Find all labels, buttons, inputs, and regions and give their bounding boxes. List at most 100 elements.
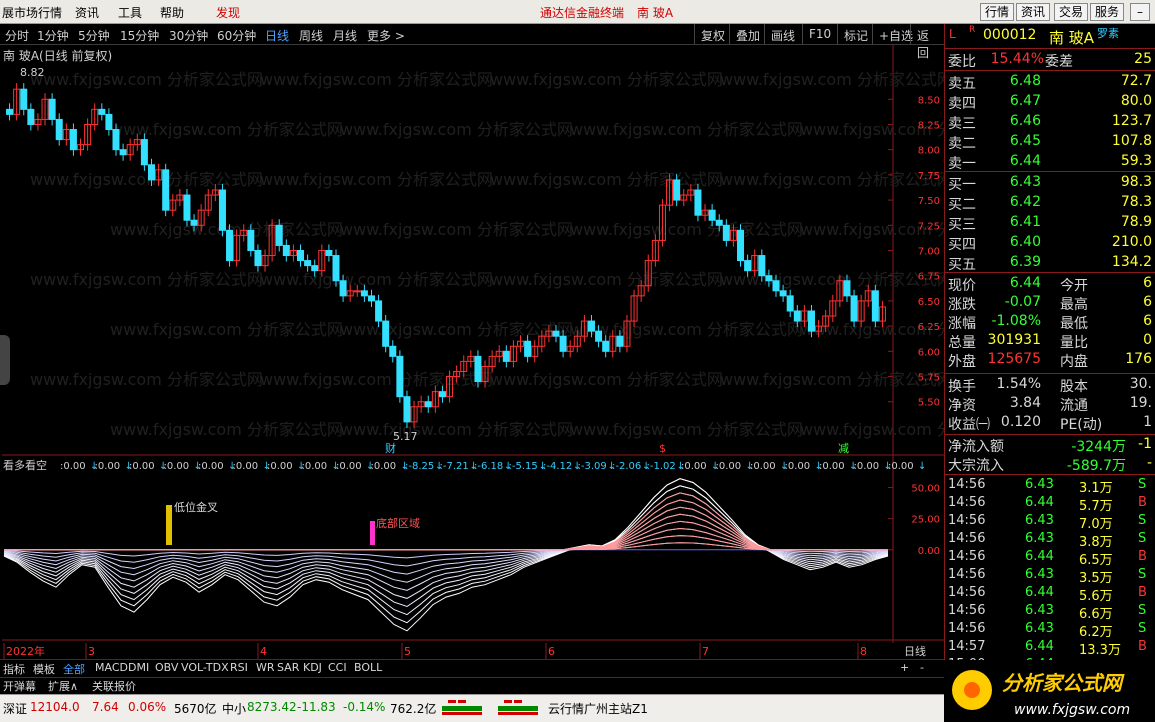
ask-label: 卖二 [948,136,976,152]
price-tick-label: 6.00 [918,347,940,358]
btn-service[interactable]: 服务 [1090,3,1125,21]
period-more[interactable]: 更多 > [367,27,405,44]
flow-extra: -1 [1138,436,1152,452]
tab-kdj[interactable]: KDJ [303,661,322,674]
candle-body [140,139,148,166]
bid-label: 买一 [948,177,976,193]
candle-body [55,118,63,141]
menu-discover[interactable]: 发现 [216,4,240,21]
bid-row[interactable]: 买三 6.41 78.9 [945,214,1155,234]
remove-indicator-icon[interactable]: - [920,661,924,674]
tab-moban[interactable]: 模板 [33,661,55,677]
indicator-label: 看多看空 [3,458,47,472]
ask-price: 6.44 [1009,153,1041,169]
indicator-series-line [3,527,889,575]
btn-huaxian[interactable]: 画线 [764,24,801,45]
period-monthly[interactable]: 月线 [333,27,357,44]
tab-cci[interactable]: CCI [328,661,347,674]
tab-expand[interactable]: 扩展∧ [48,678,78,694]
bid-row[interactable]: 买一 6.43 98.3 [945,174,1155,194]
stat-label: 涨幅 [948,316,976,332]
ask-row[interactable]: 卖五 6.48 72.7 [945,73,1155,93]
tab-related-quote[interactable]: 关联报价 [92,678,136,694]
tab-dmi[interactable]: DMI [128,661,149,674]
btn-diejia[interactable]: 叠加 [729,24,766,45]
btn-fuquan[interactable]: 复权 [694,24,731,45]
candle-body [595,330,603,342]
btn-news[interactable]: 资讯 [1016,3,1051,21]
ask-row[interactable]: 卖四 6.47 80.0 [945,93,1155,113]
candle-body [673,179,681,201]
stat-row: 外盘 125675 内盘 176 [945,351,1155,371]
ask-row[interactable]: 卖三 6.46 123.7 [945,113,1155,133]
candle-body [119,149,127,156]
period-1min[interactable]: 1分钟 [37,27,69,44]
btn-market[interactable]: 行情 [980,3,1015,21]
tab-sar[interactable]: SAR [277,661,299,674]
period-weekly[interactable]: 周线 [299,27,323,44]
stat-label-2: 量比 [1060,335,1088,351]
indicator-value: :0.00 [95,461,121,472]
candle-body [20,88,28,110]
indicator-value: :0.00 [681,461,707,472]
period-daily[interactable]: 日线 [265,27,289,44]
tick-time: 14:57 [948,639,986,654]
indicator-value: :-7.21 [440,461,469,472]
bid-row[interactable]: 买五 6.39 134.2 [945,254,1155,274]
btn-trade[interactable]: 交易 [1054,3,1089,21]
candle-body [254,249,262,267]
indicator-value: :-2.06 [612,461,641,472]
period-15min[interactable]: 15分钟 [120,27,159,44]
indicator-series-line [3,506,889,599]
tab-all[interactable]: 全部 [63,661,85,677]
tick-price: 6.43 [1025,513,1054,528]
btn-back[interactable]: 返回 [910,24,944,60]
ask-row[interactable]: 卖二 6.45 107.8 [945,133,1155,153]
tick-time: 14:56 [948,567,986,582]
period-5min[interactable]: 5分钟 [78,27,110,44]
candle-body [382,320,390,347]
x-tick-label: 5 [404,645,411,658]
price-tick-label: 6.75 [918,272,940,283]
period-60min[interactable]: 60分钟 [217,27,256,44]
kline-chart[interactable]: www.fxjgsw.com 分析家公式网 www.fxjgsw.com 分析家公… [0,45,1033,657]
add-indicator-icon[interactable]: + [900,661,909,674]
watermark-text: www.fxjgsw.com 分析家公式网 [570,120,803,139]
period-30min[interactable]: 30分钟 [169,27,208,44]
btn-f10[interactable]: F10 [802,24,837,45]
minimize-icon[interactable]: – [1130,3,1150,21]
stat-value-2: 6 [1143,294,1152,310]
btn-biaoji[interactable]: 标记 [837,24,874,45]
chart-area[interactable]: www.fxjgsw.com 分析家公式网 www.fxjgsw.com 分析家公… [0,45,1033,657]
tab-rsi[interactable]: RSI [230,661,248,674]
menu-help[interactable]: 帮助 [160,4,184,21]
period-fenshi[interactable]: 分时 [5,27,29,44]
candle-body [162,169,170,211]
indicator-value: :0.00 [267,461,293,472]
candle-body [183,194,191,221]
bid-row[interactable]: 买四 6.40 210.0 [945,234,1155,254]
tick-time: 14:56 [948,603,986,618]
tab-danmu[interactable]: 开弹幕 [3,678,36,694]
tab-boll[interactable]: BOLL [354,661,382,674]
tab-vol-tdx[interactable]: VOL-TDX [181,661,229,674]
tick-row: 14:57 6.44 13.3万 B [945,639,1155,658]
menu-tools[interactable]: 工具 [118,4,142,21]
left-drawer-handle[interactable] [0,335,10,385]
watermark-text: www.fxjgsw.com 分析家公式网 [340,420,573,439]
menu-news[interactable]: 资讯 [75,4,99,21]
candle-body [389,345,397,357]
menu-market[interactable]: 展市场行情 [2,4,62,21]
indicator-value: :0.00 [785,461,811,472]
tick-volume: 6.5万 [1079,553,1113,568]
tab-zhibiao[interactable]: 指标 [3,661,25,677]
candle-body [424,401,432,408]
fundamental-label-2: PE(动) [1060,417,1103,433]
tab-wr[interactable]: WR [256,661,275,674]
tab-obv[interactable]: OBV [155,661,178,674]
period-bar: 分时 1分钟 5分钟 15分钟 30分钟 60分钟 日线 周线 月线 更多 > … [0,24,944,60]
bid-row[interactable]: 买二 6.42 78.3 [945,194,1155,214]
price-tick-label: 5.50 [918,398,940,409]
tab-macd[interactable]: MACD [95,661,128,674]
ask-row[interactable]: 卖一 6.44 59.3 [945,153,1155,173]
